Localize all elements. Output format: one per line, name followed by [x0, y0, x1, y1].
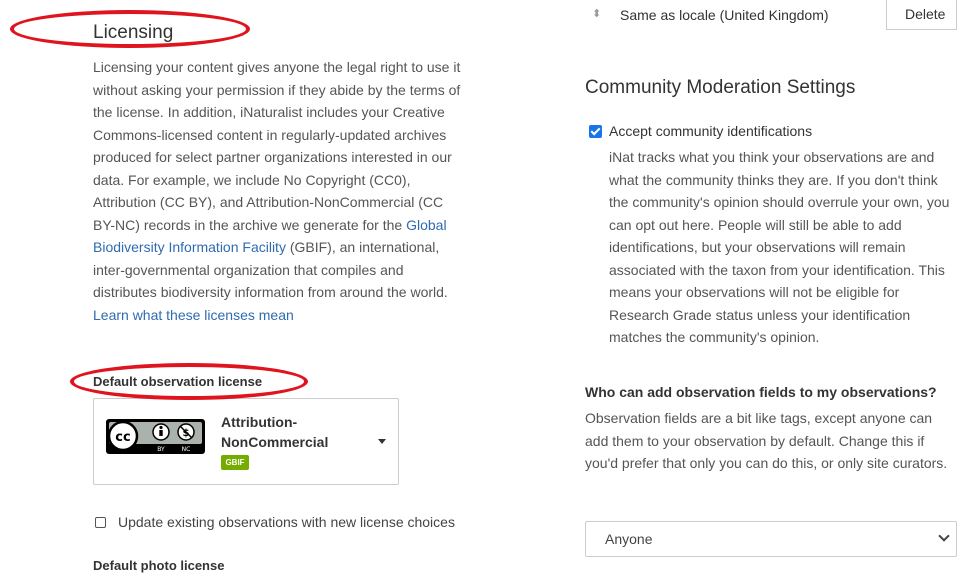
cc-by-nc-logo-icon: cc $ BY NC	[106, 419, 205, 454]
delete-button[interactable]: Delete	[886, 0, 957, 30]
default-photo-license-label: Default photo license	[93, 558, 225, 573]
update-existing-label: Update existing observations with new li…	[118, 514, 455, 530]
observation-fields-value: Anyone	[605, 531, 653, 547]
accept-identifications-description: iNat tracks what you think your observat…	[609, 149, 950, 345]
licensing-text-part1: Licensing your content gives anyone the …	[93, 59, 461, 233]
observation-license-select[interactable]: cc $ BY NC Attribution- NonCommercial GB…	[93, 398, 399, 485]
selected-license-name: Attribution- NonCommercial	[221, 412, 328, 452]
sort-arrows-icon: ⬍	[592, 8, 602, 20]
logo-nc-text: NC	[182, 446, 191, 453]
update-existing-checkbox[interactable]	[95, 517, 106, 528]
accept-identifications-label: Accept community identifications	[609, 123, 813, 139]
licensing-description: Licensing your content gives anyone the …	[93, 56, 468, 326]
logo-by-text: BY	[157, 446, 165, 453]
chevron-down-icon	[938, 530, 950, 542]
svg-text:cc: cc	[115, 430, 130, 445]
observation-fields-description: Observation fields are a bit like tags, …	[585, 410, 948, 471]
observation-fields-question: Who can add observation fields to my obs…	[585, 384, 937, 400]
learn-licenses-link[interactable]: Learn what these licenses mean	[93, 307, 294, 323]
license-name-line2: NonCommercial	[221, 434, 329, 450]
locale-value: Same as locale (United Kingdom)	[620, 7, 829, 23]
accept-identifications-checkbox[interactable]	[589, 125, 602, 138]
license-name-line1: Attribution-	[221, 414, 298, 430]
annotation-ellipse-licensing	[10, 10, 250, 48]
community-moderation-title: Community Moderation Settings	[585, 77, 856, 98]
observation-fields-select[interactable]: Anyone	[585, 521, 957, 557]
annotation-ellipse-default-license	[70, 363, 308, 400]
caret-down-icon	[378, 439, 386, 444]
gbif-badge: GBIF	[221, 455, 249, 470]
